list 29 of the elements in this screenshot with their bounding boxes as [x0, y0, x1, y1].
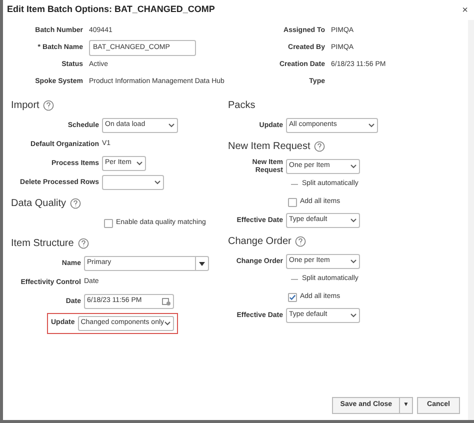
chevron-down-icon: [168, 123, 175, 128]
checkbox[interactable]: [288, 292, 297, 302]
help-icon[interactable]: [70, 198, 82, 208]
section-heading: Change Order: [228, 234, 292, 248]
close-button[interactable]: ×: [460, 2, 470, 18]
section-heading: Data Quality: [11, 196, 66, 210]
dash-icon: [291, 278, 298, 280]
dialog-title: Edit Item Batch Options: BAT_CHANGED_COMP: [7, 3, 215, 16]
chevron-down-icon: [350, 313, 357, 318]
help-icon[interactable]: [314, 140, 326, 152]
chevron-down-icon: [368, 123, 375, 128]
chevron-down-icon: [350, 218, 357, 223]
help-icon[interactable]: [78, 238, 89, 248]
checkbox[interactable]: [288, 198, 297, 206]
help-icon[interactable]: [295, 236, 306, 246]
calendar-icon[interactable]: [162, 297, 171, 306]
checkbox[interactable]: [104, 218, 113, 228]
caret-down-icon: [199, 262, 205, 266]
chevron-down-icon: [136, 161, 143, 166]
help-icon[interactable]: [43, 100, 54, 110]
section-heading: Packs: [228, 98, 256, 112]
section-heading: Item Structure: [11, 236, 74, 250]
chevron-down-icon: [154, 180, 161, 185]
section-heading: Import: [11, 98, 40, 112]
chevron-down-icon: [164, 321, 172, 326]
dash-icon: [291, 184, 298, 186]
chevron-down-icon: [350, 164, 357, 169]
section-heading: New Item Request: [228, 140, 310, 154]
chevron-down-icon: [350, 259, 357, 264]
